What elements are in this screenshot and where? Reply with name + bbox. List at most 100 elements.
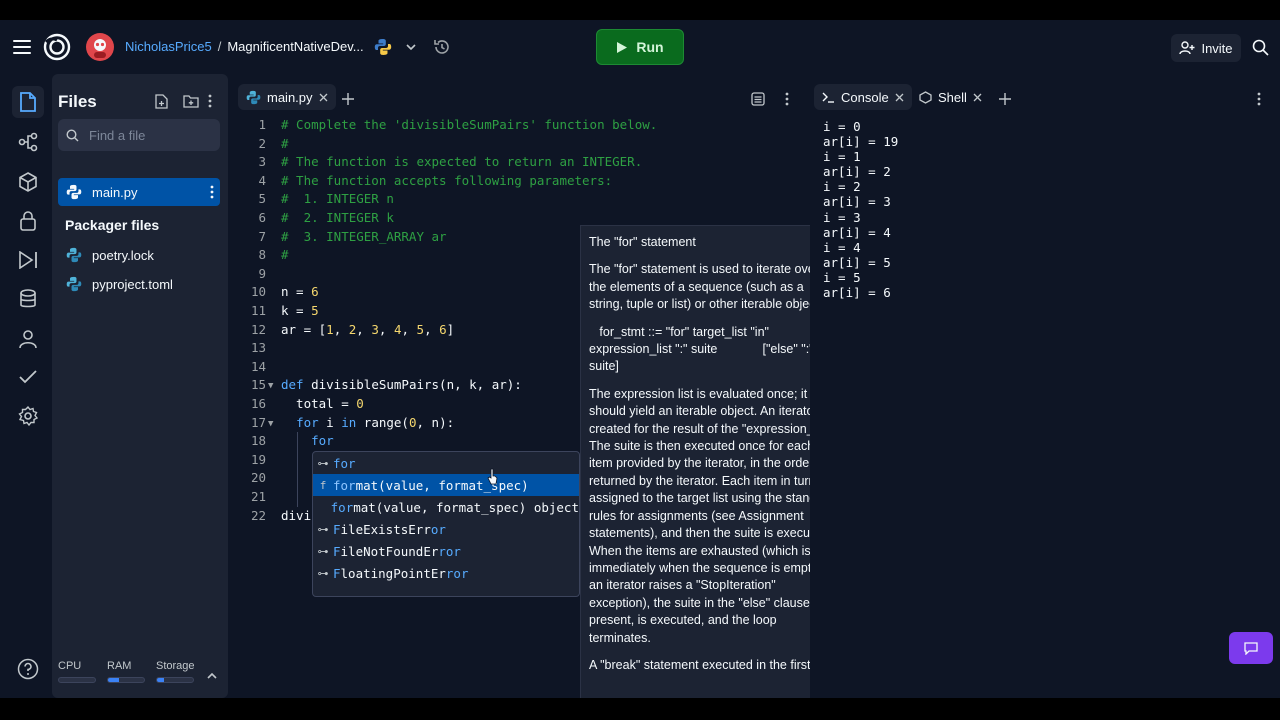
editor-more-icon[interactable] [782,91,792,107]
repl-name[interactable]: MagnificentNativeDev... [227,39,363,54]
suggestion-text: ileNotFoundEr [340,543,439,559]
console-more-icon[interactable] [1254,91,1264,107]
add-tab-icon[interactable] [997,91,1013,107]
search-icon[interactable] [1250,37,1270,57]
code-token: , [424,321,440,337]
fold-arrow-icon[interactable]: ▼ [268,415,273,433]
python-file-icon [66,247,82,263]
line-number: 10 [250,284,266,300]
line-number: 15 [250,377,266,393]
rail-settings[interactable] [12,400,44,432]
file-search-input[interactable] [89,127,209,143]
run-label: Run [636,39,664,55]
code-text: # The function is expected to return an … [281,153,642,171]
replit-logo-icon[interactable] [42,32,72,62]
add-tab-icon[interactable] [340,91,356,107]
code-token: # 3. INTEGER_ARRAY ar [281,228,447,244]
console-pane: Console Shell i = 0 ar[i] = 19 i = 1 ar[… [810,74,1280,698]
match-highlight: ror [445,565,469,581]
rail-auth[interactable] [12,323,44,355]
code-token: , [378,321,394,337]
suggestion-text: mat(value, format_spec) [355,477,529,493]
close-tab-icon[interactable] [973,93,982,102]
match-highlight: F [333,521,341,537]
file-more-icon[interactable] [210,185,214,199]
files-title: Files [58,92,97,111]
new-file-icon[interactable] [154,93,170,109]
code-line[interactable]: 2 # [234,135,804,153]
tab-main-py[interactable]: main.py [238,84,336,110]
rail-git[interactable] [12,126,44,158]
files-more-icon[interactable] [205,93,215,109]
match-highlight: or [430,521,446,537]
file-search[interactable] [58,119,220,151]
run-button[interactable]: Run [596,29,684,65]
python-language-icon[interactable] [373,37,393,57]
match-highlight: for [333,455,356,471]
user-avatar[interactable] [86,33,114,61]
code-token: ] [446,321,455,337]
search-icon [66,128,79,142]
line-number: 21 [250,489,266,504]
code-text: # The function accepts following paramet… [281,172,612,190]
code-token: for [311,433,334,449]
fold-arrow-icon[interactable]: ▼ [268,377,273,395]
file-item-main-py[interactable]: main.py [58,178,220,206]
code-token: , n): [416,414,455,430]
code-line[interactable]: 5 # 1. INTEGER n [234,190,804,208]
close-tab-icon[interactable] [319,93,328,102]
rail-tests[interactable] [12,361,44,393]
rail-debugger[interactable] [12,244,44,276]
ram-bar [107,677,145,683]
code-text: # 2. INTEGER k [281,209,394,227]
rail-packages[interactable] [12,166,44,198]
resource-usage[interactable]: CPU RAM Storage [55,660,225,690]
file-name: main.py [92,184,138,200]
suggestion-text: mat(value, format_spec) object [353,499,579,515]
line-number: 22 [250,507,266,523]
chevron-up-icon[interactable] [205,668,219,682]
rail-database[interactable] [12,283,44,315]
code-text: total = 0 [281,395,364,413]
autocomplete-item[interactable]: for mat(value, format_spec) object [313,496,579,518]
autocomplete-item[interactable]: ⊶ FileExistsErr or [313,518,579,540]
file-item-poetry-lock[interactable]: poetry.lock [58,241,220,269]
code-token: , [401,321,417,337]
invite-button[interactable]: Invite [1171,34,1241,62]
console-output[interactable]: i = 0 ar[i] = 19 i = 1 ar[i] = 2 i = 2 a… [823,119,898,300]
code-token: def [281,377,312,393]
autocomplete-item[interactable]: ⊶ FloatingPointEr ror [313,562,579,584]
line-number: 20 [250,470,266,486]
tab-shell[interactable]: Shell [911,84,990,110]
rail-secrets[interactable] [12,205,44,237]
code-token: n = [281,284,312,300]
feedback-button[interactable] [1229,632,1273,664]
line-number: 13 [250,340,266,356]
match-highlight: F [333,565,341,581]
close-tab-icon[interactable] [895,93,904,102]
autocomplete-item[interactable]: ⊶ FileNotFoundEr ror [313,540,579,562]
match-highlight: for [333,477,356,493]
autocomplete-item[interactable]: f for mat(value, format_spec) [313,474,579,496]
code-line[interactable]: 4 # The function accepts following parame… [234,172,804,190]
code-text: divi [281,507,311,525]
tab-console[interactable]: Console [814,84,912,110]
files-panel: Files main.py Packager files poetry.lock… [52,74,228,698]
rail-help[interactable] [12,653,44,685]
history-icon[interactable] [432,37,452,57]
code-line[interactable]: 1 # Complete the 'divisibleSumPairs' func… [234,116,804,134]
doc-grammar: for_stmt ::= "for" target_list "in" expr… [589,324,814,374]
editor-layout-icon[interactable] [750,91,766,107]
add-user-icon [1179,41,1195,55]
ram-fill [108,678,119,682]
hamburger-menu-icon[interactable] [12,37,32,57]
file-item-pyproject-toml[interactable]: pyproject.toml [58,270,220,298]
rail-files[interactable] [12,86,44,118]
chevron-down-icon[interactable] [403,39,419,55]
autocomplete-item[interactable]: ⊶ for [313,452,579,474]
code-line[interactable]: 3 # The function is expected to return an… [234,153,804,171]
username-link[interactable]: NicholasPrice5 [125,39,212,54]
new-folder-icon[interactable] [182,93,200,109]
breadcrumb-separator: / [217,39,222,54]
code-token: # [281,247,289,263]
